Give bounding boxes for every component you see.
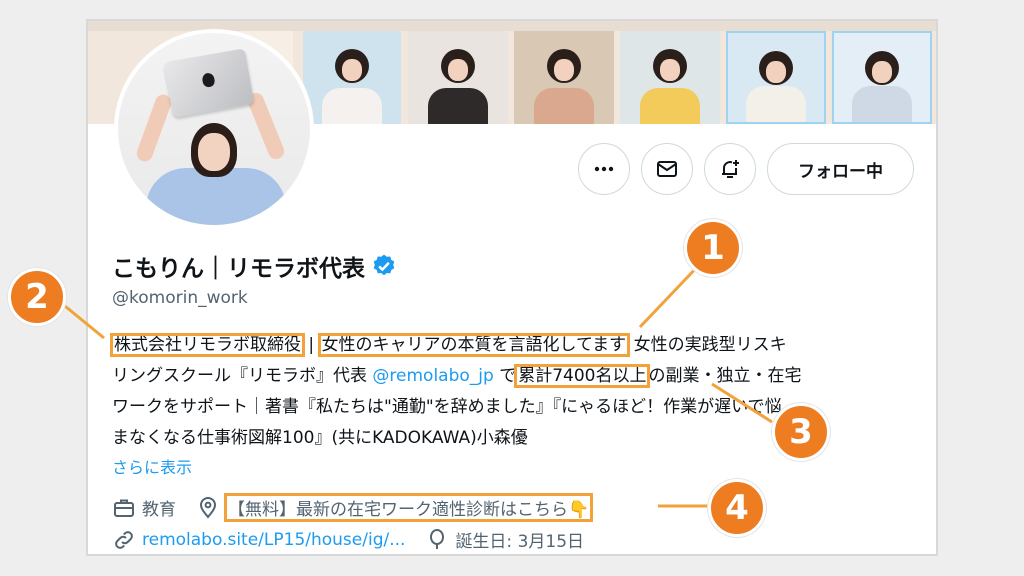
bio-text: で [499, 366, 517, 386]
banner-photo [514, 31, 614, 124]
bio-company: 株式会社リモラボ取締役 [110, 333, 305, 357]
verified-icon [373, 254, 395, 276]
location-pin-icon [199, 496, 217, 519]
banner-photo [620, 31, 720, 124]
bio-separator: | [308, 335, 315, 355]
bio-text: リングスクール『リモラボ』代表 [112, 366, 367, 386]
message-button[interactable] [641, 143, 693, 195]
display-name: こもりん｜リモラボ代表 [112, 256, 365, 282]
profile-meta-row: 教育 【無料】最新の在宅ワーク適性診断はこちら👇 [112, 493, 594, 522]
birthday: 誕生日: 3月15日 [455, 532, 585, 552]
link-icon [115, 530, 133, 549]
avatar[interactable] [114, 29, 314, 229]
notification-add-icon [722, 160, 739, 178]
bio-mention-link[interactable]: @remolabo_jp [372, 366, 493, 386]
bio-tagline: 女性のキャリアの本質を言語化してます [317, 333, 631, 357]
category: 教育 [142, 500, 176, 520]
notify-button[interactable] [704, 143, 756, 195]
more-icon [594, 166, 614, 172]
show-more-link[interactable]: さらに表示 [112, 454, 192, 478]
banner-photo [303, 31, 401, 124]
following-button[interactable]: フォロー中 [767, 143, 914, 195]
mail-icon [657, 161, 677, 177]
callout-badge-3: 3 [772, 403, 830, 461]
profile-meta-row: remolabo.site/LP15/house/ig/... 誕生日: 3月1… [112, 527, 584, 552]
bio-text: の副業・独立・在宅 [648, 366, 802, 386]
balloon-icon [430, 528, 445, 549]
callout-badge-1: 1 [684, 219, 742, 277]
handle: @komorin_work [112, 288, 248, 308]
website-link[interactable]: remolabo.site/LP15/house/ig/... [142, 530, 405, 550]
location: 【無料】最新の在宅ワーク適性診断はこちら👇 [223, 493, 594, 522]
banner-photo [832, 31, 932, 124]
briefcase-icon [114, 499, 134, 517]
callout-badge-2: 2 [8, 268, 66, 326]
bio-text: 女性の実践型リスキ [633, 335, 787, 355]
callout-badge-4: 4 [708, 479, 766, 537]
profile-card: フォロー中 こもりん｜リモラボ代表 @komorin_work 株式会社リモラボ… [86, 19, 938, 556]
banner-photo [726, 31, 826, 124]
profile-name-row: こもりん｜リモラボ代表 [112, 249, 397, 283]
more-button[interactable] [578, 143, 630, 195]
bio-count: 累計7400名以上 [514, 364, 651, 388]
banner-photo [408, 31, 508, 124]
